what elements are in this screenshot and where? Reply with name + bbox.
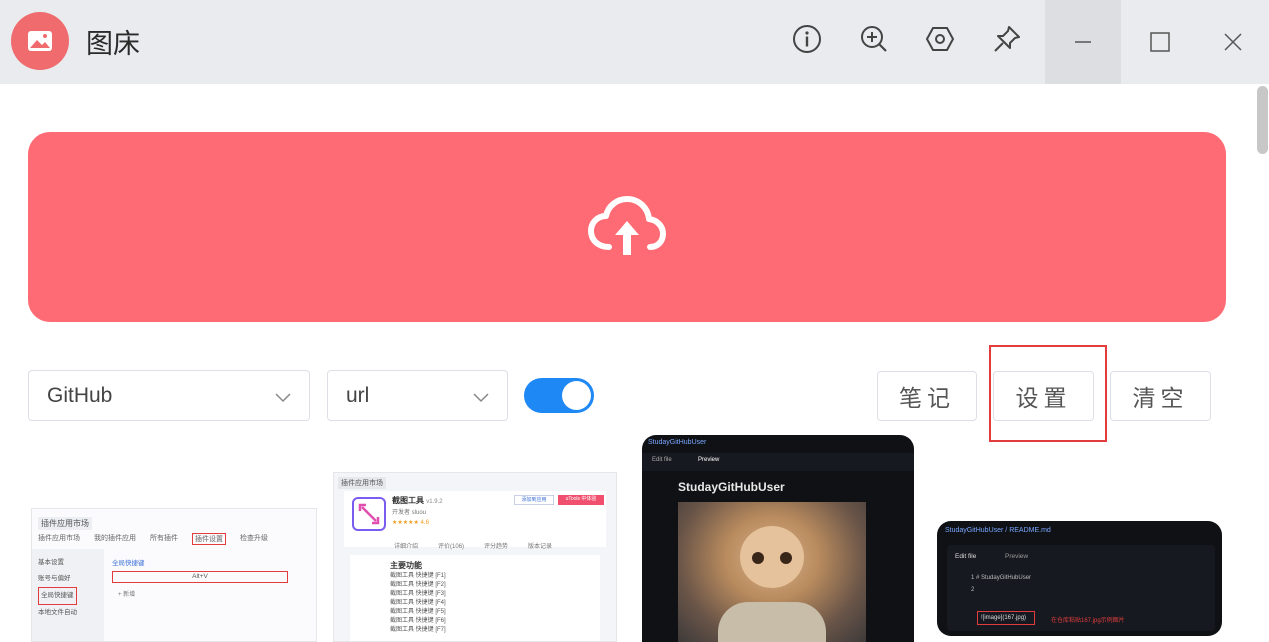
auto-toggle[interactable] (524, 378, 594, 413)
thumb-shortcut-field: Alt+V (112, 571, 288, 583)
maximize-icon (1150, 32, 1170, 52)
chevron-down-icon (275, 393, 291, 403)
thumb-body-line: 截图工具 快捷键 [F4] (390, 600, 446, 606)
plugin-author: 开发者 sluou (392, 510, 427, 516)
thumb-tab: 评价(106) (438, 544, 465, 550)
image-icon (28, 31, 52, 51)
thumb-add-link: + 新增 (118, 592, 136, 598)
minimize-icon (1075, 41, 1091, 43)
thumb-tab: 详细介绍 (394, 544, 419, 550)
thumb-sidebar-item: 基本设置 (38, 559, 64, 566)
plugin-icon (352, 497, 386, 531)
thumb-sidebar-item: 本地文件自动 (38, 609, 77, 616)
notes-button[interactable]: 笔记 (877, 371, 977, 421)
thumb-header: 插件应用市场 (38, 517, 92, 530)
app-title: 图床 (86, 29, 140, 60)
thumb-tab: 插件设置 (192, 533, 226, 545)
cloud-upload-icon (588, 196, 666, 255)
thumb-readme-title: StudayGitHubUser (678, 480, 785, 494)
thumb-sidebar-item: 账号与偏好 (38, 575, 71, 582)
minimize-button[interactable] (1045, 0, 1121, 84)
app-logo (11, 12, 69, 70)
thumbnail-image[interactable]: 插件应用市场 插件应用市场 我的插件应用 所有插件 插件设置 检查升级 基本设置… (31, 508, 317, 642)
thumb-tab: 评分趋势 (484, 544, 509, 550)
thumb-repo-name: StudayGitHubUser (648, 439, 707, 446)
thumb-tab: 我的插件应用 (94, 535, 136, 542)
monkey-eye (780, 552, 792, 564)
thumb-plugin-card: 截图工具 v1.9.2 开发者 sluou ★★★★★ 4.6 添加到应用 uT… (344, 491, 606, 547)
thumb-annotation: 在仓库粘贴167.jpg示例图片 (1051, 618, 1125, 624)
thumb-repo-name: StudayGitHubUser / README.md (945, 527, 1051, 534)
host-select[interactable]: GitHub (28, 370, 310, 421)
settings-hex-icon[interactable] (922, 21, 958, 57)
thumb-tab: 版本记录 (528, 544, 553, 550)
thumb-body-line: 截图工具 快捷键 [F6] (390, 618, 446, 624)
zoom-in-icon[interactable] (856, 21, 892, 57)
toggle-knob (562, 381, 591, 410)
monkey-face (740, 526, 804, 588)
thumb-editor: Edit file Preview 1 # StudayGitHubUser 2… (947, 545, 1215, 631)
close-icon (1224, 33, 1242, 51)
info-icon[interactable] (789, 21, 825, 57)
thumbnail-image[interactable]: StudayGitHubUser / README.md Edit file P… (937, 521, 1222, 636)
thumb-body-title: 主要功能 (390, 561, 422, 570)
clear-button[interactable]: 清空 (1110, 371, 1211, 421)
thumb-header: 插件应用市场 (338, 477, 386, 489)
plugin-rating: ★★★★★ 4.6 (392, 520, 429, 526)
maximize-button[interactable] (1122, 0, 1198, 84)
pin-icon[interactable] (989, 21, 1025, 57)
thumb-tabs: 详细介绍 评价(106) 评分趋势 版本记录 (394, 541, 552, 550)
thumb-tab: Preview (698, 457, 720, 463)
format-select[interactable]: url (327, 370, 508, 421)
thumb-body-line: 截图工具 快捷键 [F2] (390, 582, 446, 588)
thumb-tabs: 插件应用市场 我的插件应用 所有插件 插件设置 检查升级 (38, 533, 268, 545)
thumb-tab: Edit file (652, 457, 672, 463)
plugin-name: 截图工具 v1.9.2 (392, 496, 443, 505)
thumb-body: 主要功能 截图工具 快捷键 [F1] 截图工具 快捷键 [F2] 截图工具 快捷… (350, 555, 600, 641)
thumb-code-line: 2 (971, 587, 975, 593)
thumb-sidebar-item: 全局快捷键 (38, 587, 77, 605)
scrollbar-thumb[interactable] (1257, 86, 1268, 154)
thumb-body-line: 截图工具 快捷键 [F3] (390, 591, 446, 597)
title-bar: 图床 (0, 0, 1269, 84)
upload-dropzone[interactable] (28, 132, 1226, 322)
plugin-try-button: uTools 中体验 (558, 495, 604, 505)
thumb-tab: 所有插件 (150, 535, 178, 542)
thumb-tab: 插件应用市场 (38, 535, 80, 542)
thumb-label: 全局快捷键 (112, 560, 145, 567)
thumb-code-line: 1 # StudayGitHubUser (971, 575, 1032, 581)
thumb-tabbar: Edit file Preview (642, 453, 914, 471)
close-button[interactable] (1197, 0, 1269, 84)
format-select-value: url (346, 383, 370, 407)
thumb-body-line: 截图工具 快捷键 [F5] (390, 609, 446, 615)
monkey-scarf (718, 602, 826, 642)
thumb-tab: Preview (1005, 553, 1029, 560)
thumbnail-image[interactable]: StudayGitHubUser Edit file Preview Studa… (642, 435, 914, 642)
monkey-image (678, 502, 866, 642)
monkey-eye (752, 552, 764, 564)
thumb-sidebar: 基本设置 账号与偏好 全局快捷键 本地文件自动 (32, 549, 104, 641)
host-select-value: GitHub (47, 383, 113, 407)
thumb-tab: 检查升级 (240, 535, 268, 542)
chevron-down-icon (473, 393, 489, 403)
thumb-tab: Edit file (955, 553, 977, 560)
thumb-code-highlight: ![image](167.jpg) (977, 611, 1035, 625)
plugin-add-button: 添加到应用 (514, 495, 554, 505)
thumb-body-line: 截图工具 快捷键 [F7] (390, 627, 446, 633)
thumbnail-image[interactable]: 插件应用市场 截图工具 v1.9.2 开发者 sluou ★★★★★ 4.6 添… (333, 472, 617, 642)
settings-button[interactable]: 设置 (993, 371, 1094, 421)
thumb-body-line: 截图工具 快捷键 [F1] (390, 573, 446, 579)
